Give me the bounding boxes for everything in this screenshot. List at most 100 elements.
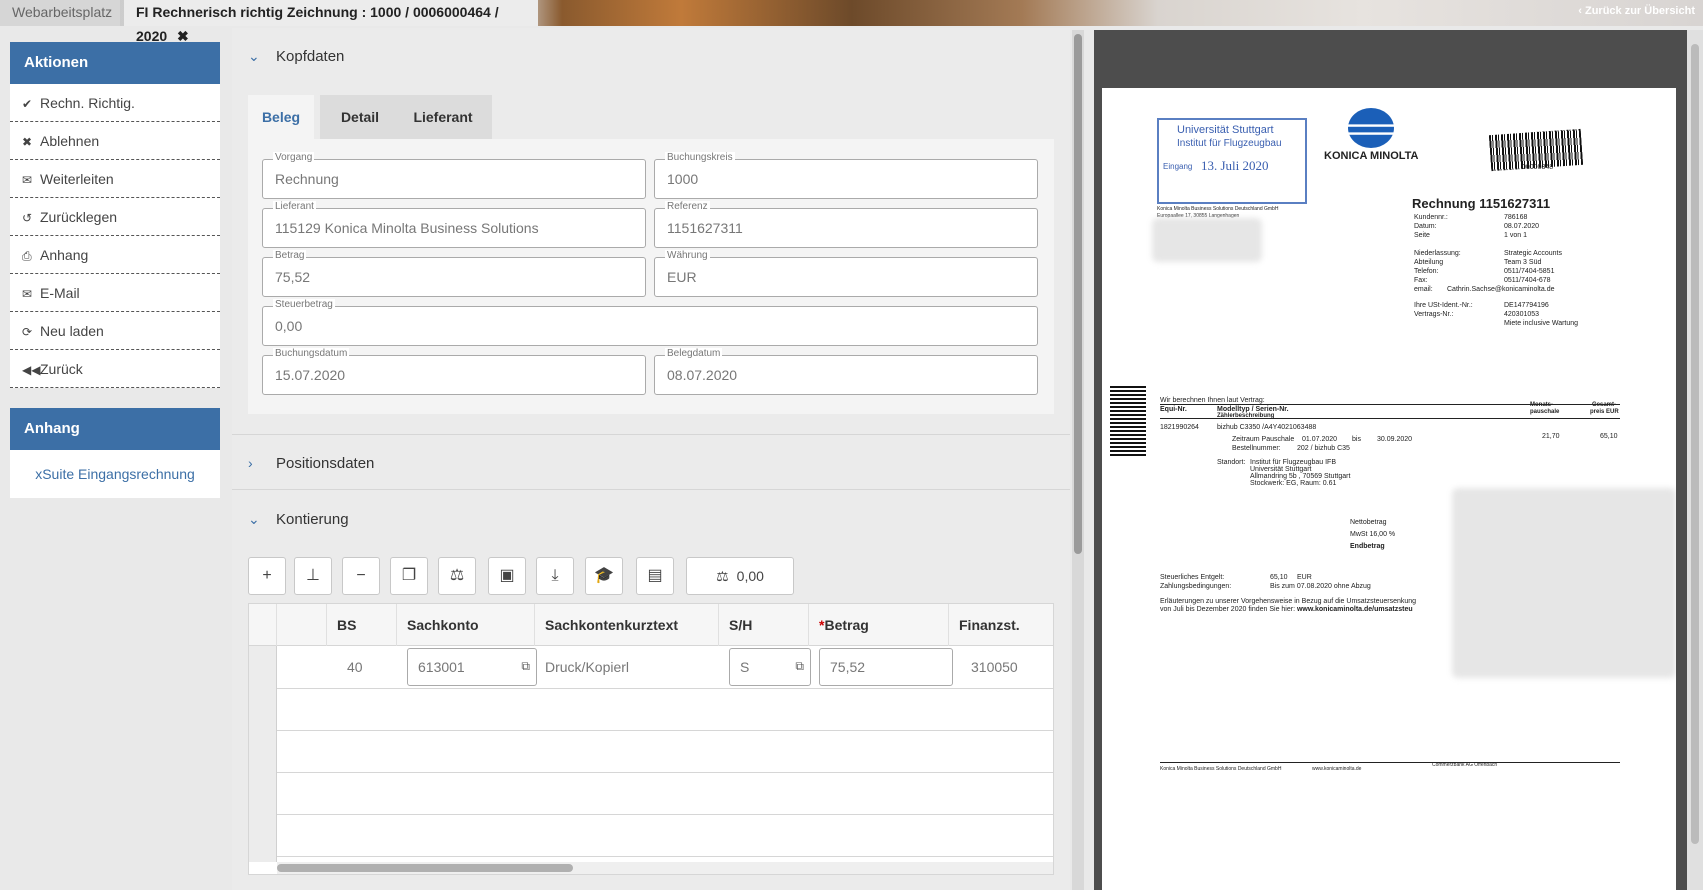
redacted-area <box>1152 218 1262 262</box>
action-zurueck[interactable]: ◀◀Zurück <box>10 350 220 388</box>
row-divider <box>277 814 1053 815</box>
action-rechn-richtig[interactable]: ✔ Rechn. Richtig. <box>10 84 220 122</box>
row-divider <box>277 730 1053 731</box>
redacted-area <box>1452 488 1676 678</box>
download-icon: ⤓ <box>551 567 559 584</box>
main-scrollbar[interactable] <box>1072 30 1084 890</box>
table-scroll-thumb[interactable] <box>277 864 573 872</box>
envelope-icon: ✉ <box>22 287 33 301</box>
attachment-panel-title: Anhang <box>10 408 220 450</box>
x-icon: ✖ <box>22 135 33 149</box>
lieferant-field[interactable]: Lieferant 115129 Konica Minolta Business… <box>262 201 646 248</box>
action-neu-laden[interactable]: ⟳ Neu laden <box>10 312 220 350</box>
cell-kurztext: Druck/Kopierl <box>545 659 630 675</box>
refresh-icon: ⟳ <box>22 325 33 339</box>
actions-panel: Aktionen ✔ Rechn. Richtig. ✖ Ablehnen ✉ Wei… <box>10 42 220 388</box>
graduation-cap-icon: 🎓 <box>594 567 614 584</box>
chevron-left-icon: ‹ <box>1578 5 1585 17</box>
header-selector <box>249 604 277 646</box>
column-betrag[interactable]: *Betrag <box>809 604 949 646</box>
tab-detail[interactable]: Detail <box>320 95 400 139</box>
sachkonto-input[interactable]: 613001 ⧉ <box>407 648 537 686</box>
tab-webarbeitsplatz[interactable]: Webarbeitsplatz <box>0 0 120 26</box>
copy-icon: ❐ <box>401 567 417 584</box>
header-spacer <box>277 604 327 646</box>
footer-rule <box>1160 762 1620 763</box>
tab-lieferant[interactable]: Lieferant <box>394 95 492 139</box>
action-email[interactable]: ✉ E-Mail <box>10 274 220 312</box>
backward-icon: ◀◀ <box>22 363 41 377</box>
steuerbetrag-field[interactable]: Steuerbetrag 0,00 <box>262 299 1038 346</box>
add-row-button[interactable]: + <box>248 557 286 595</box>
tab-active-document[interactable]: FI Rechnerisch richtig Zeichnung : 1000 … <box>124 0 538 44</box>
training-button[interactable]: 🎓 <box>585 557 623 595</box>
cell-bs: 40 <box>347 659 363 675</box>
excel-icon: ▤ <box>647 567 663 584</box>
column-sachkontenkurztext[interactable]: Sachkontenkurztext <box>535 604 719 646</box>
invoice-page: Universität Stuttgart Institut für Flugz… <box>1102 88 1676 890</box>
beleg-form: Vorgang Rechnung Buchungskreis 1000 Lief… <box>248 139 1054 414</box>
attachment-xsuite-link[interactable]: xSuite Eingangsrechnung <box>10 450 220 498</box>
tab-beleg[interactable]: Beleg <box>248 95 314 139</box>
action-zuruecklegen[interactable]: ↺ Zurücklegen <box>10 198 220 236</box>
referenz-field[interactable]: Referenz 1151627311 <box>654 201 1038 248</box>
viewer-scroll-thumb[interactable] <box>1691 44 1699 844</box>
chevron-right-icon: › <box>248 455 253 471</box>
column-finanzst[interactable]: Finanzst. <box>949 604 1053 646</box>
section-positionsdaten-header[interactable]: › Positionsdaten <box>248 455 374 472</box>
save-button[interactable]: ▣ <box>488 557 526 595</box>
top-tab-bar: Webarbeitsplatz FI Rechnerisch richtig Z… <box>0 0 1703 44</box>
popup-icon[interactable]: ⧉ <box>795 659 804 674</box>
row-divider <box>277 856 1053 857</box>
popup-icon[interactable]: ⧉ <box>521 659 530 674</box>
table-rule <box>1160 418 1620 419</box>
betrag-field[interactable]: Betrag 75,52 <box>262 250 646 297</box>
back-to-overview-link[interactable]: ‹ Zurück zur Übersicht <box>1578 0 1695 24</box>
row-selector-column[interactable] <box>249 646 277 862</box>
table-horizontal-scrollbar[interactable] <box>277 862 1053 874</box>
envelope-icon: ✉ <box>22 173 33 187</box>
save-icon: ▣ <box>499 567 515 584</box>
chevron-down-icon: ⌄ <box>248 511 260 527</box>
minus-icon: − <box>356 567 366 584</box>
split-button[interactable]: ⊥ <box>294 557 332 595</box>
excel-export-button[interactable]: ▤ <box>636 557 674 595</box>
copy-button[interactable]: ❐ <box>390 557 428 595</box>
attachment-panel: Anhang xSuite Eingangsrechnung <box>10 408 220 498</box>
cell-finanzst: 310050 <box>971 659 1018 675</box>
download-button[interactable]: ⤓ <box>536 557 574 595</box>
konica-minolta-logo <box>1348 108 1394 148</box>
note-line: von Juli bis Dezember 2020 finden Sie hi… <box>1160 606 1413 613</box>
balance-icon: ⚖ <box>716 568 729 584</box>
section-kopfdaten-header[interactable]: ⌄ Kopfdaten <box>248 48 344 65</box>
viewer-scrollbar[interactable] <box>1687 30 1703 890</box>
column-sh[interactable]: S/H <box>719 604 809 646</box>
table-header: BS Sachkonto Sachkontenkurztext S/H *Bet… <box>249 604 1053 646</box>
balance-button[interactable]: ⚖ <box>438 557 476 595</box>
column-bs[interactable]: BS <box>327 604 397 646</box>
divider <box>232 489 1070 490</box>
belegdatum-field[interactable]: Belegdatum 08.07.2020 <box>654 348 1038 395</box>
main-scroll-thumb[interactable] <box>1074 34 1082 554</box>
column-sachkonto[interactable]: Sachkonto <box>397 604 535 646</box>
balance-value-display: ⚖ 0,00 <box>686 557 794 595</box>
waehrung-field[interactable]: Währung EUR <box>654 250 1038 297</box>
invoice-title: Rechnung 1151627311 <box>1412 196 1551 211</box>
section-kontierung-header[interactable]: ⌄ Kontierung <box>248 511 349 528</box>
pdf-file-icon: ⎙ <box>22 249 32 263</box>
buchungskreis-field[interactable]: Buchungskreis 1000 <box>654 152 1038 199</box>
plus-icon: + <box>262 567 272 584</box>
action-anhang[interactable]: ⎙ Anhang <box>10 236 220 274</box>
betrag-input[interactable]: 75,52 <box>819 648 953 686</box>
side-barcode-image <box>1110 386 1146 456</box>
kontierung-table: BS Sachkonto Sachkontenkurztext S/H *Bet… <box>248 603 1054 875</box>
buchungsdatum-field[interactable]: Buchungsdatum 15.07.2020 <box>262 348 646 395</box>
hierarchy-icon: ⊥ <box>306 567 320 584</box>
remove-row-button[interactable]: − <box>342 557 380 595</box>
action-weiterleiten[interactable]: ✉ Weiterleiten <box>10 160 220 198</box>
action-ablehnen[interactable]: ✖ Ablehnen <box>10 122 220 160</box>
vorgang-field[interactable]: Vorgang Rechnung <box>262 152 646 199</box>
sh-input[interactable]: S ⧉ <box>729 648 811 686</box>
check-icon: ✔ <box>22 97 33 111</box>
undo-icon: ↺ <box>22 211 33 225</box>
